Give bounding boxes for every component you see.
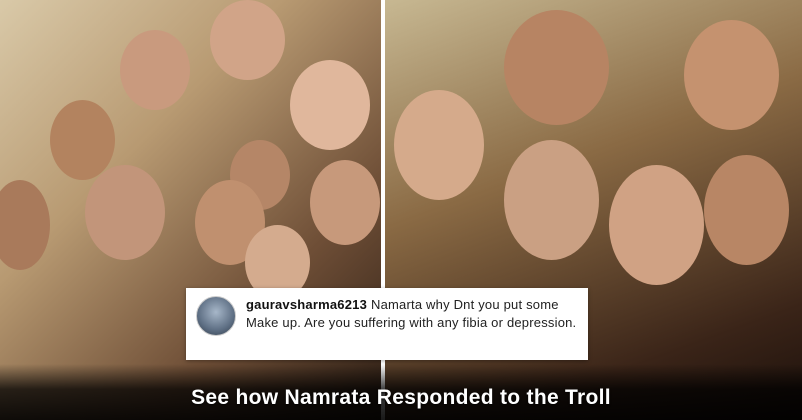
caption-bar: See how Namrata Responded to the Troll xyxy=(0,364,802,420)
instagram-comment: gauravsharma6213 Namarta why Dnt you put … xyxy=(186,288,588,360)
face xyxy=(0,180,50,270)
avatar xyxy=(196,296,236,336)
comment-body: gauravsharma6213 Namarta why Dnt you put … xyxy=(246,296,578,332)
comment-username: gauravsharma6213 xyxy=(246,297,367,312)
face xyxy=(684,20,779,130)
face xyxy=(504,140,599,260)
face xyxy=(394,90,484,200)
face xyxy=(609,165,704,285)
face xyxy=(50,100,115,180)
face xyxy=(290,60,370,150)
face xyxy=(504,10,609,125)
face xyxy=(210,0,285,80)
meme-image: gauravsharma6213 Namarta why Dnt you put … xyxy=(0,0,802,420)
face xyxy=(704,155,789,265)
face xyxy=(85,165,165,260)
face xyxy=(120,30,190,110)
face xyxy=(310,160,380,245)
caption-text: See how Namrata Responded to the Troll xyxy=(191,386,611,409)
